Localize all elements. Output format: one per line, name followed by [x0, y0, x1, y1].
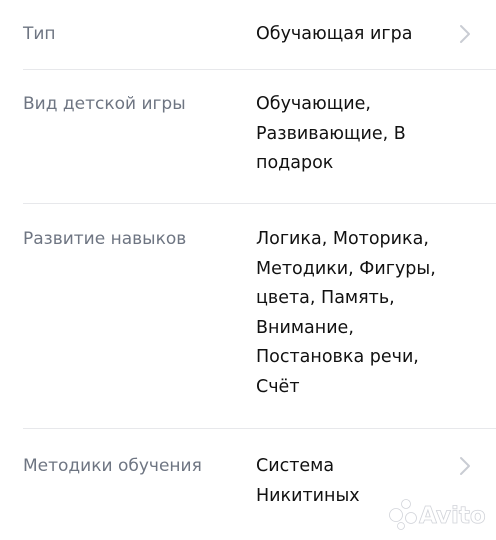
spec-label: Тип — [23, 24, 56, 44]
spec-label: Вид детской игры — [23, 94, 186, 114]
spec-value: Обучающая игра — [256, 24, 413, 44]
spec-value: Логика, Моторика, Методики, Фигуры, цвет… — [256, 229, 436, 397]
chevron-right-icon[interactable] — [458, 24, 472, 44]
spec-label: Развитие навыков — [23, 229, 187, 249]
avito-watermark-logo: Avito — [389, 499, 486, 530]
spec-value: Обучающие, Развивающие, В подарок — [256, 94, 406, 173]
row-divider — [23, 428, 496, 429]
avito-dots-icon — [389, 499, 417, 530]
chevron-right-icon[interactable] — [458, 456, 472, 476]
row-divider — [23, 203, 496, 204]
row-divider — [23, 69, 496, 70]
avito-wordmark: Avito — [419, 503, 486, 529]
spec-label: Методики обучения — [23, 456, 202, 476]
